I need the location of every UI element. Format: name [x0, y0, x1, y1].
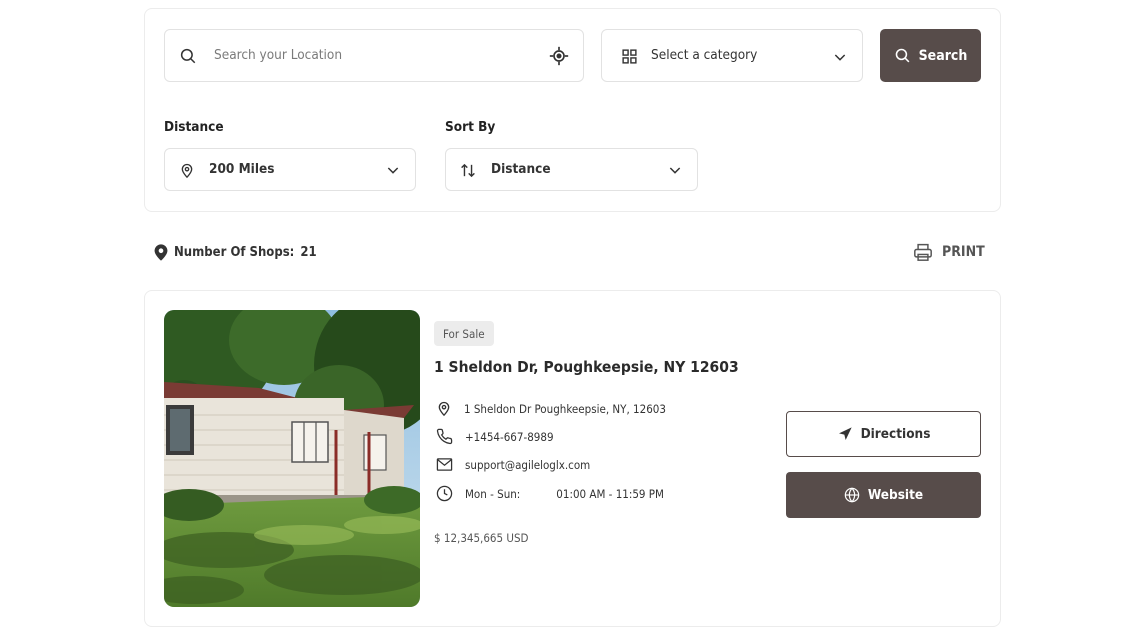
search-button[interactable]: Search	[880, 29, 981, 82]
search-icon	[894, 47, 911, 64]
directions-button[interactable]: Directions	[786, 411, 981, 457]
navigation-arrow-icon	[837, 426, 853, 442]
directions-button-label: Directions	[860, 426, 931, 442]
listing-address: 1 Sheldon Dr Poughkeepsie, NY, 12603	[436, 400, 666, 417]
listing-phone-text: +1454-667-8989	[465, 429, 554, 444]
phone-icon	[436, 428, 453, 445]
sort-icon	[459, 162, 477, 179]
shop-count-value: 21	[300, 245, 317, 260]
listing-phone[interactable]: +1454-667-8989	[436, 428, 554, 445]
sort-by-label: Sort By	[445, 119, 496, 135]
map-pin-icon	[179, 162, 195, 179]
print-button-label: PRINT	[942, 244, 985, 260]
chevron-down-icon	[832, 49, 848, 65]
shop-count: Number Of Shops: 21	[154, 244, 317, 261]
location-search-input[interactable]: Search your Location	[214, 47, 342, 63]
sort-select[interactable]: Distance	[445, 148, 698, 191]
sort-select-value: Distance	[491, 161, 551, 177]
shop-count-label: Number Of Shops:	[174, 245, 295, 260]
mail-icon	[436, 457, 453, 472]
grid-icon	[621, 48, 638, 65]
category-select-label: Select a category	[651, 47, 758, 63]
status-badge: For Sale	[434, 321, 494, 346]
print-button[interactable]: PRINT	[913, 243, 985, 261]
search-icon	[179, 47, 197, 65]
listing-hours: Mon - Sun: 01:00 AM - 11:59 PM	[436, 485, 664, 502]
distance-select-value: 200 Miles	[209, 161, 275, 177]
listing-photo[interactable]	[164, 310, 420, 607]
map-pin-icon	[436, 400, 452, 417]
globe-icon	[844, 487, 860, 503]
crosshair-icon[interactable]	[549, 46, 569, 66]
printer-icon	[913, 243, 933, 261]
listing-email[interactable]: support@agileloglx.com	[436, 457, 590, 472]
listing-hours-days: Mon - Sun:	[465, 486, 521, 501]
chevron-down-icon	[385, 162, 401, 178]
listing-hours-time: 01:00 AM - 11:59 PM	[556, 486, 664, 501]
listing-title[interactable]: 1 Sheldon Dr, Poughkeepsie, NY 12603	[434, 358, 739, 376]
website-button-label: Website	[867, 487, 924, 503]
map-pin-icon	[154, 244, 168, 261]
listing-email-text: support@agileloglx.com	[465, 457, 591, 472]
distance-label: Distance	[164, 119, 224, 135]
category-select[interactable]: Select a category	[601, 29, 863, 82]
listing-address-text: 1 Sheldon Dr Poughkeepsie, NY, 12603	[464, 401, 666, 416]
listing-price: $ 12,345,665 USD	[434, 531, 529, 545]
clock-icon	[436, 485, 453, 502]
search-panel: Search your Location Select a category S…	[144, 8, 1001, 212]
listing-card: For Sale 1 Sheldon Dr, Poughkeepsie, NY …	[144, 290, 1001, 627]
chevron-down-icon	[667, 162, 683, 178]
search-button-label: Search	[918, 47, 968, 64]
location-search-field[interactable]: Search your Location	[164, 29, 584, 82]
website-button[interactable]: Website	[786, 472, 981, 518]
distance-select[interactable]: 200 Miles	[164, 148, 416, 191]
